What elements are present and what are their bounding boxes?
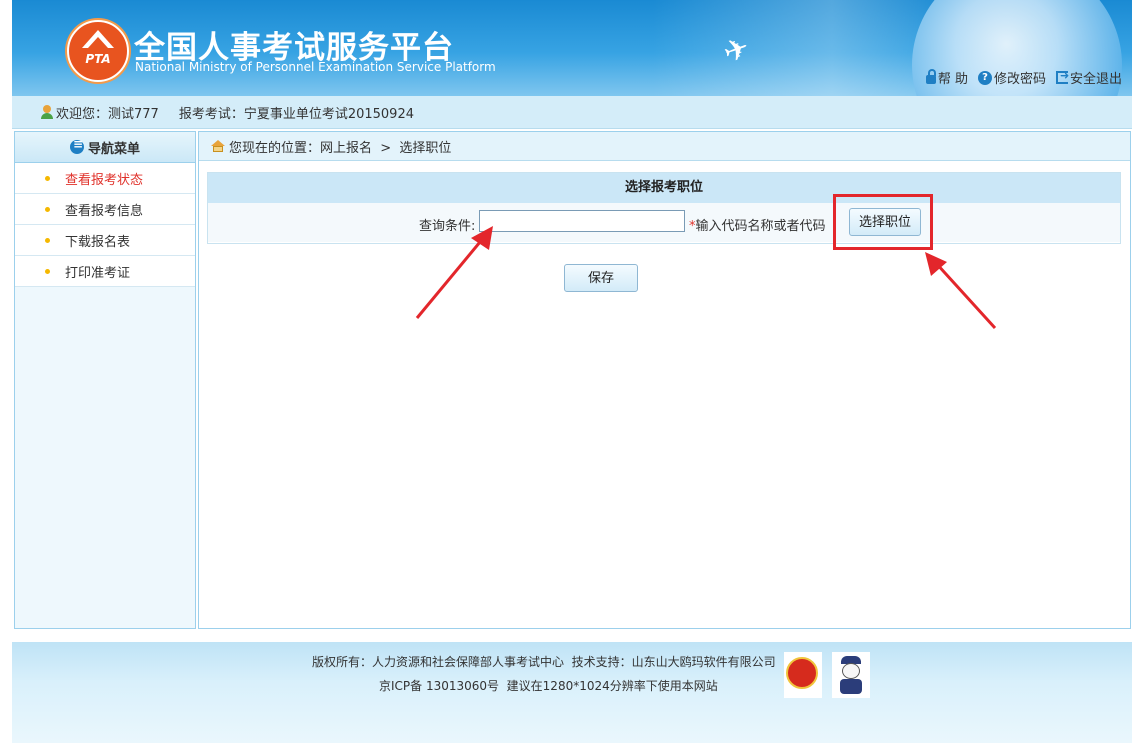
home-icon — [211, 140, 225, 152]
site-subtitle: National Ministry of Personnel Examinati… — [135, 60, 496, 74]
save-button[interactable]: 保存 — [564, 264, 638, 292]
help-link-label: 帮 助 — [937, 72, 968, 87]
sidebar-header: 导航菜单 — [15, 132, 195, 163]
pta-logo: PTA — [67, 20, 129, 82]
form-title: 选择报考职位 — [208, 173, 1120, 203]
sidebar-item-view-status[interactable]: 查看报考状态 — [15, 163, 195, 194]
position-form: 选择报考职位 查询条件: *输入代码名称或者代码 选择职位 — [207, 172, 1121, 244]
exit-icon — [1055, 69, 1069, 84]
sidebar-item-label: 查看报考信息 — [65, 203, 144, 219]
welcome-bar: 欢迎您：测试777 报考考试：宁夏事业单位考试20150924 — [12, 96, 1132, 129]
footer: 版权所有：人力资源和社会保障部人事考试中心 技术支持：山东山大鸥玛软件有限公司 … — [12, 642, 1132, 743]
sidebar-item-label: 查看报考状态 — [65, 172, 144, 188]
bullet-icon — [45, 175, 50, 181]
lock-icon — [925, 69, 936, 84]
bullet-icon — [45, 268, 50, 274]
query-hint: *输入代码名称或者代码 — [689, 215, 826, 234]
sidebar-title: 导航菜单 — [87, 141, 140, 157]
breadcrumb-text: 您现在的位置：网上报名 > 选择职位 — [229, 140, 452, 156]
sidebar: 导航菜单 查看报考状态 查看报考信息 下载报名表 打印准考证 — [14, 131, 196, 629]
page: PTA 全国人事考试服务平台 National Ministry of Pers… — [0, 0, 1140, 743]
header-links: 帮 助 ? 修改密码 安全退出 — [925, 68, 1122, 87]
help-icon: ? — [977, 70, 992, 85]
breadcrumb: 您现在的位置：网上报名 > 选择职位 — [199, 132, 1130, 161]
bullet-icon — [45, 237, 50, 243]
logo-text: PTA — [85, 52, 111, 66]
logout-label: 安全退出 — [1069, 72, 1122, 87]
footer-icp: 京ICP备 13013060号 建议在1280*1024分辨率下使用本网站 — [379, 679, 718, 693]
menu-icon — [69, 137, 84, 154]
change-password-link[interactable]: ? 修改密码 — [977, 68, 1046, 87]
annotation-arrow-right — [925, 252, 997, 330]
sidebar-item-label: 下载报名表 — [65, 234, 131, 250]
seal-badge-icon[interactable] — [784, 652, 822, 698]
query-row: 查询条件: *输入代码名称或者代码 选择职位 — [208, 203, 1120, 242]
hint-text: 输入代码名称或者代码 — [695, 219, 826, 234]
main-panel: 您现在的位置：网上报名 > 选择职位 选择报考职位 查询条件: *输入代码名称或… — [198, 131, 1131, 629]
welcome-text: 欢迎您：测试777 — [56, 106, 159, 122]
change-password-label: 修改密码 — [993, 72, 1046, 87]
police-face — [842, 663, 860, 679]
logo-roof-inner — [88, 37, 108, 48]
highlight-box — [833, 194, 933, 250]
sidebar-item-view-info[interactable]: 查看报考信息 — [15, 194, 195, 225]
footer-copyright: 版权所有：人力资源和社会保障部人事考试中心 技术支持：山东山大鸥玛软件有限公司 — [312, 655, 776, 669]
user-icon — [40, 105, 54, 119]
police-body — [840, 679, 862, 694]
sidebar-item-download-form[interactable]: 下载报名表 — [15, 225, 195, 256]
exam-name: 报考考试：宁夏事业单位考试20150924 — [178, 106, 414, 122]
logout-link[interactable]: 安全退出 — [1055, 68, 1122, 87]
sidebar-item-print-ticket[interactable]: 打印准考证 — [15, 256, 195, 287]
annotation-arrow-left — [415, 226, 493, 319]
sidebar-item-label: 打印准考证 — [65, 265, 131, 281]
banner-glow — [652, 0, 952, 96]
help-link[interactable]: 帮 助 — [925, 68, 968, 87]
police-badge-icon[interactable] — [832, 652, 870, 698]
header-banner: PTA 全国人事考试服务平台 National Ministry of Pers… — [12, 0, 1132, 96]
query-input[interactable] — [479, 210, 685, 232]
bullet-icon — [45, 206, 50, 212]
red-seal-icon — [786, 657, 818, 689]
